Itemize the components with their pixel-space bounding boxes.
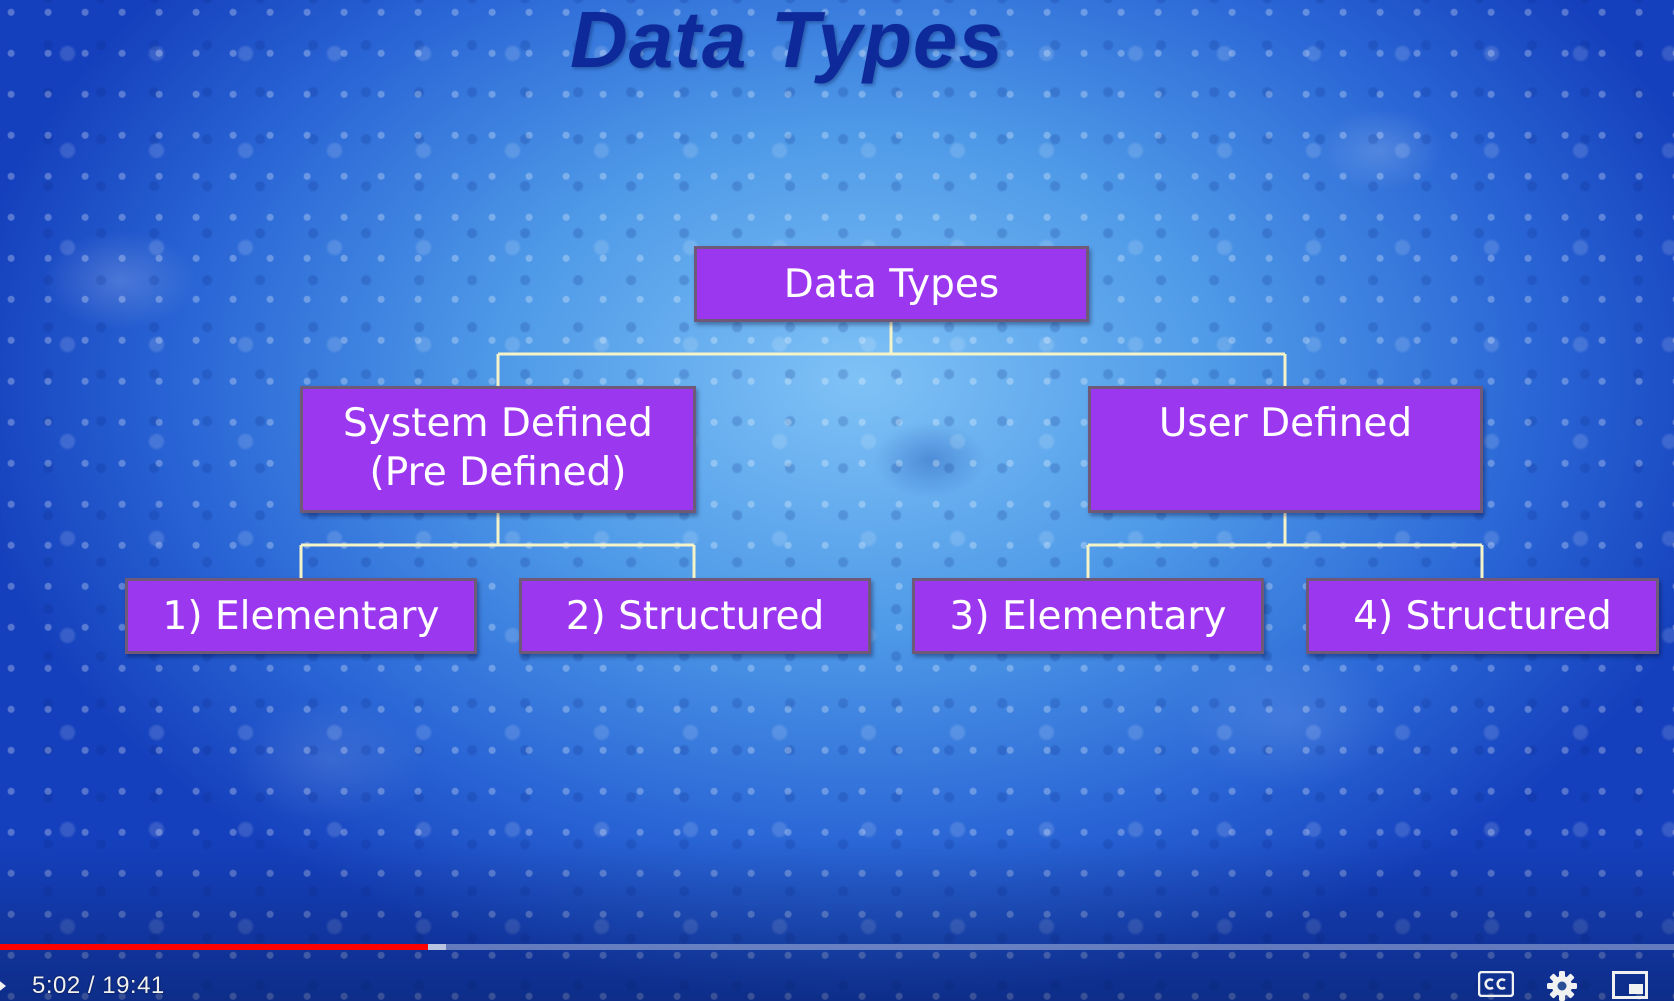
player-controls: 5:02 / 19:41 (0, 958, 1674, 1001)
node-elementary-3: 3) Elementary (912, 578, 1264, 654)
node-user-defined: User Defined (1088, 386, 1483, 513)
node-label: 1) Elementary (162, 593, 440, 639)
node-structured-2: 2) Structured (519, 578, 871, 654)
node-label: 2) Structured (565, 593, 825, 639)
node-label: 3) Elementary (949, 593, 1227, 639)
time-display: 5:02 / 19:41 (32, 972, 165, 999)
node-label: 4) Structured (1353, 593, 1612, 639)
node-system-defined: System Defined (Pre Defined) (300, 386, 696, 513)
node-structured-4: 4) Structured (1306, 578, 1659, 654)
play-icon[interactable] (0, 975, 6, 997)
connector-user (1086, 513, 1484, 578)
miniplayer-icon[interactable] (1612, 971, 1648, 999)
node-label: User Defined (1158, 401, 1413, 446)
progress-bar[interactable] (0, 944, 1674, 950)
connector-system (299, 513, 696, 578)
closed-captions-icon[interactable] (1478, 971, 1514, 997)
node-label: Data Types (783, 261, 1000, 307)
node-elementary-1: 1) Elementary (125, 578, 477, 654)
node-label-line1: System Defined (343, 401, 653, 446)
settings-gear-icon[interactable] (1547, 971, 1577, 1001)
node-data-types: Data Types (694, 246, 1089, 322)
node-label-line2: (Pre Defined) (369, 450, 627, 495)
progress-played (0, 944, 429, 950)
video-player[interactable]: Data Types Data Types System Defined (Pr… (0, 0, 1674, 1001)
connector-root (496, 322, 1287, 386)
